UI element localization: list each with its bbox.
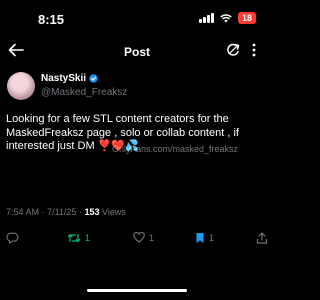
repost-button[interactable]: 1 (67, 232, 90, 244)
reply-icon (6, 232, 19, 244)
meta-separator: · (78, 207, 82, 217)
refresh-icon[interactable] (226, 43, 240, 57)
like-icon (133, 232, 145, 243)
like-button[interactable]: 1 (133, 232, 154, 243)
meta-separator: · (41, 207, 45, 217)
watermark: OnlyFans.com/masked_freaksz (112, 144, 239, 154)
avatar[interactable] (7, 72, 35, 100)
status-indicators: 18 (199, 12, 256, 24)
home-indicator (87, 289, 187, 292)
like-count: 1 (149, 232, 155, 243)
bookmark-button[interactable]: 1 (195, 232, 214, 244)
post-time: 7:54 AM (6, 207, 40, 217)
bookmark-icon (196, 233, 204, 243)
signal-icon (199, 13, 214, 23)
more-icon[interactable] (252, 43, 256, 57)
views-label: Views (102, 207, 126, 217)
reply-button[interactable] (6, 232, 23, 244)
author-handle[interactable]: @Masked_Freaksz (41, 87, 127, 98)
share-icon (256, 232, 268, 244)
verified-icon (89, 74, 98, 83)
wifi-icon (220, 13, 232, 22)
repost-count: 1 (85, 233, 91, 243)
share-button[interactable] (256, 232, 268, 244)
author-name[interactable]: NastySkii (41, 73, 86, 84)
post-date: 7/11/25 (47, 207, 77, 217)
action-bar: 1 1 1 (0, 232, 274, 246)
status-time: 8:15 (38, 12, 65, 27)
bookmark-count: 1 (209, 233, 215, 243)
author-name-row[interactable]: NastySkii (41, 73, 98, 84)
battery-icon: 18 (237, 12, 256, 24)
views-count: 153 (84, 207, 100, 217)
repost-icon (67, 234, 81, 242)
post-meta: 7:54 AM · 7/11/25 · 153 Views (6, 207, 126, 217)
